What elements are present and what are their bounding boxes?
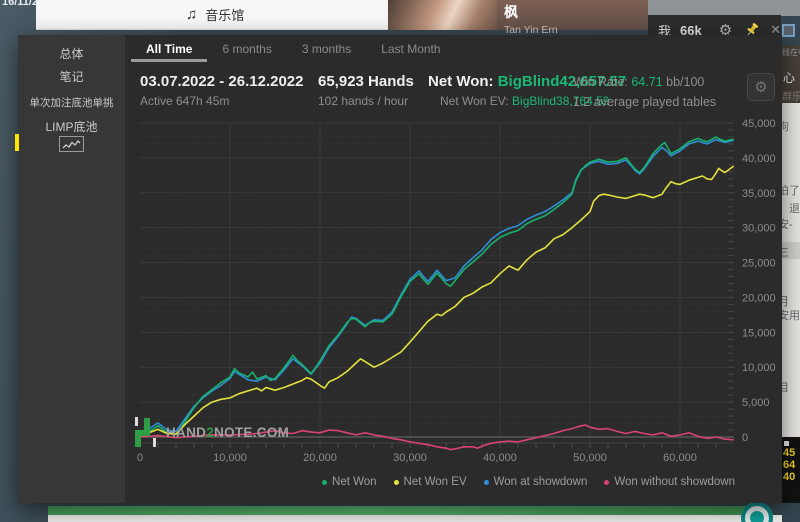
background-window-dark-strip: 线在中 心 群乐	[782, 45, 800, 103]
hands-count: 65,923 Hands	[318, 73, 414, 90]
bg-text-fragment: 安-	[782, 216, 793, 232]
bg-text-fragment: 拍了	[782, 182, 800, 198]
legend-label: Won without showdown	[614, 476, 735, 488]
music-app-window[interactable]: ♫ 音乐馆	[36, 0, 388, 30]
desktop-selection-square	[782, 24, 795, 37]
chart-svg: 0 5,000 10,000 15,000 20,000 25,000 30,000 35,0…	[125, 106, 782, 464]
y-axis-label: 30,000	[742, 223, 776, 235]
bg-text-fragment: 目	[782, 379, 789, 395]
y-axis-label: 45,000	[742, 118, 776, 130]
x-axis-label: 0	[137, 452, 143, 464]
tab-all-time[interactable]: All Time	[131, 35, 207, 62]
legend-item-won-without-showdown[interactable]: Won without showdown	[604, 476, 735, 488]
sidebar-item-notes[interactable]: 笔记	[18, 68, 125, 85]
legend-dot	[322, 480, 327, 485]
y-axis-label: 40,000	[742, 153, 776, 165]
hud-stat: 64	[783, 459, 795, 471]
net-won-label: Net Won:	[428, 73, 498, 90]
album-info: 枫 Tan Yin Ern	[497, 0, 660, 30]
win-rate: Win Rate: 64.71 bb/100	[573, 75, 716, 89]
x-axis-label: 50,000	[573, 452, 607, 464]
x-axis-label: 40,000	[483, 452, 517, 464]
hud-stat: 40	[783, 471, 795, 483]
site-logo-circle	[740, 502, 776, 522]
y-axis-label: 20,000	[742, 292, 776, 304]
sidebar-item-overall[interactable]: 总体	[18, 45, 125, 62]
x-axis-label: 10,000	[213, 452, 247, 464]
y-axis-label: 15,000	[742, 327, 776, 339]
hand2note-watermark: HAND2NOTE.COM	[133, 416, 289, 448]
date-range: 03.07.2022 - 26.12.2022	[140, 73, 303, 90]
hud-dot	[784, 441, 789, 446]
y-axis-label: 0	[742, 432, 748, 444]
chart-legend: Net Won Net Won EV Won at showdown Won with…	[322, 476, 735, 488]
legend-dot	[484, 480, 489, 485]
background-window-light-strip: 狗 拍了 〕退 安- 三 月 安用 目	[782, 103, 800, 437]
sidebar-item-limp-pot[interactable]: LIMP底池	[18, 118, 125, 135]
bg-text-fragment: 安用	[782, 307, 800, 323]
tab-6-months[interactable]: 6 months	[207, 35, 286, 62]
win-rate-label: Win Rate:	[573, 75, 631, 89]
tab-last-month[interactable]: Last Month	[366, 35, 455, 62]
line-chart-icon	[62, 139, 81, 150]
main-area: All Time 6 months 3 months Last Month 03…	[125, 35, 782, 503]
y-axis-label: 5,000	[742, 397, 770, 409]
winnings-chart: 0 5,000 10,000 15,000 20,000 25,000 30,000 35,0…	[125, 106, 782, 464]
album-art-photo	[388, 0, 497, 30]
legend-item-won-at-showdown[interactable]: Won at showdown	[484, 476, 588, 488]
win-rate-value: 64.71	[631, 75, 662, 89]
x-axis-label: 60,000	[663, 452, 697, 464]
chart-settings-button[interactable]: ⚙	[747, 73, 775, 101]
legend-item-net-won-ev[interactable]: Net Won EV	[394, 476, 467, 488]
background-window-bottom	[48, 515, 782, 522]
x-axis-label: 30,000	[393, 452, 427, 464]
y-axis-label: 25,000	[742, 258, 776, 270]
music-app-label[interactable]: 音乐馆	[205, 5, 244, 24]
legend-item-net-won[interactable]: Net Won	[322, 476, 377, 488]
poker-table-edge	[48, 506, 758, 515]
x-axis-label: 20,000	[303, 452, 337, 464]
legend-label: Won at showdown	[494, 476, 588, 488]
sidebar-item-srp-hu[interactable]: 单次加注底池单挑	[18, 95, 125, 110]
legend-label: Net Won EV	[404, 476, 467, 488]
y-axis-label: 35,000	[742, 188, 776, 200]
time-range-tabs: All Time 6 months 3 months Last Month	[131, 35, 456, 62]
bg-text-fragment: 狗	[782, 118, 789, 134]
music-note-icon: ♫	[186, 6, 197, 23]
gear-icon: ⚙	[754, 78, 767, 96]
legend-dot	[604, 480, 609, 485]
bg-text-fragment: 群乐	[782, 88, 800, 103]
hud-stat: 45	[783, 447, 795, 459]
poker-hud-stats: 45 64 40	[782, 437, 800, 503]
hand2note-logo-icon	[133, 416, 159, 448]
bg-text-fragment: 心	[783, 69, 795, 86]
graph-view-button[interactable]	[59, 136, 84, 152]
active-item-marker	[15, 134, 19, 151]
legend-dot	[394, 480, 399, 485]
bg-text-fragment: 三	[782, 244, 789, 260]
watermark-text: HAND2NOTE.COM	[166, 425, 289, 440]
tab-3-months[interactable]: 3 months	[287, 35, 366, 62]
background-strip	[648, 0, 800, 16]
bg-text-fragment: 〕退	[782, 200, 800, 216]
y-axis-label: 10,000	[742, 362, 776, 374]
sidebar: 总体 笔记 单次加注底池单挑 LIMP底池	[18, 35, 125, 503]
song-title: 枫	[504, 2, 660, 22]
screen: 16/11/275... ♫ 音乐馆 枫 Tan Yin Ern 我 66k ⚙…	[0, 0, 800, 522]
legend-label: Net Won	[332, 476, 377, 488]
win-rate-unit: bb/100	[663, 75, 705, 89]
hand2note-stats-panel: 总体 笔记 单次加注底池单挑 LIMP底池 All Time 6 months …	[18, 35, 782, 503]
bg-text-fragment: 线在中	[782, 47, 800, 58]
